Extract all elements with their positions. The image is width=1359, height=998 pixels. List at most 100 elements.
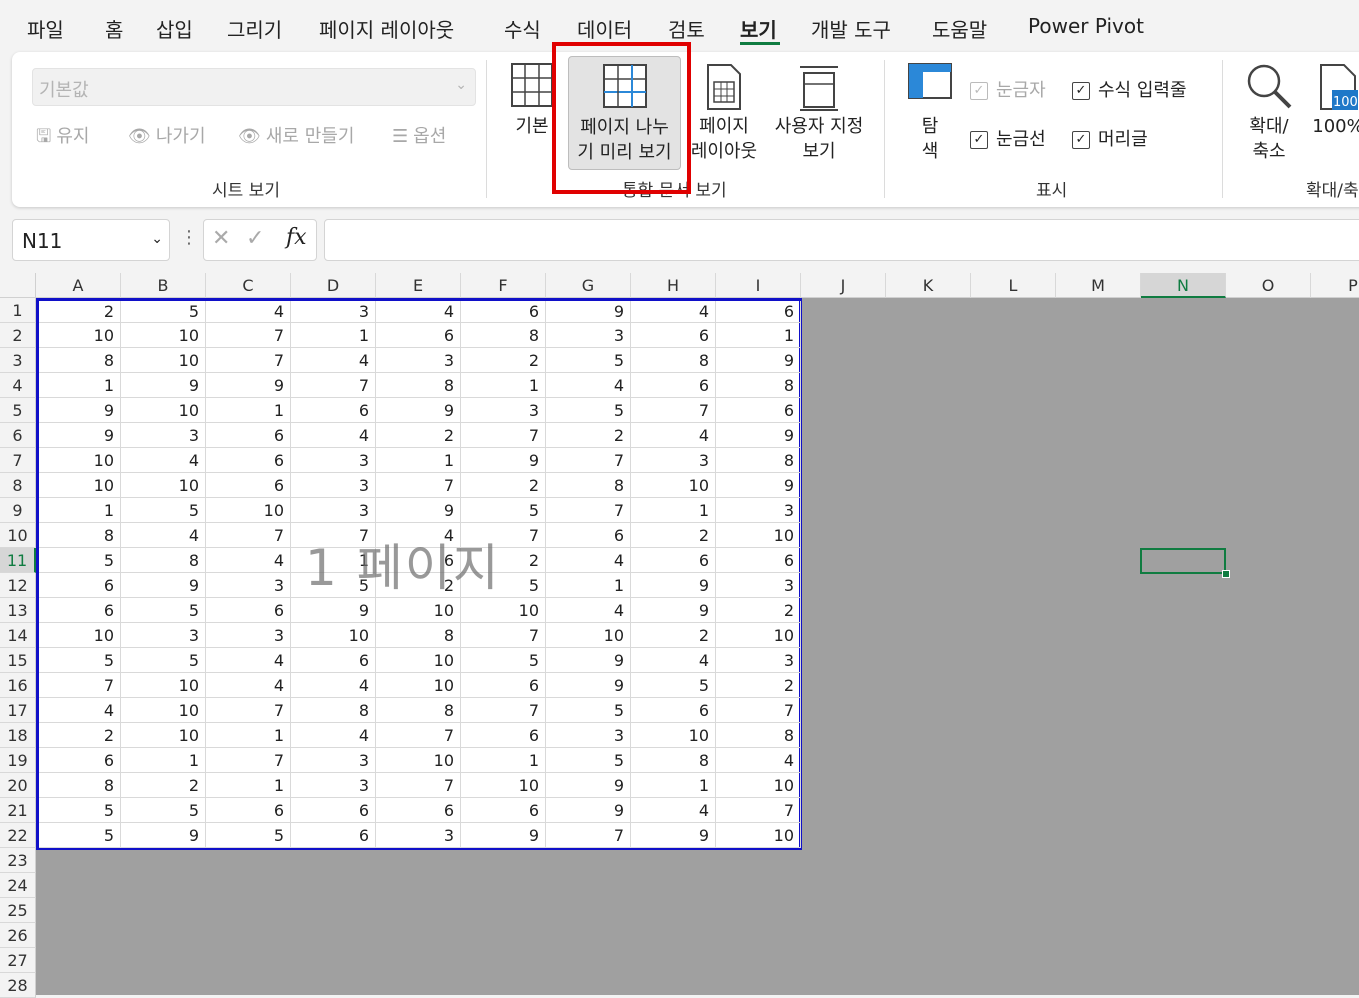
cell[interactable]: 5 bbox=[39, 823, 121, 848]
cell[interactable]: 3 bbox=[376, 348, 461, 373]
tab-review[interactable]: 검토 bbox=[668, 14, 705, 43]
cell[interactable]: 6 bbox=[206, 448, 291, 473]
cell[interactable]: 7 bbox=[291, 373, 376, 398]
cell[interactable]: 7 bbox=[39, 673, 121, 698]
cell[interactable]: 4 bbox=[546, 548, 631, 573]
cell[interactable]: 5 bbox=[121, 301, 206, 323]
cell[interactable]: 4 bbox=[376, 301, 461, 323]
cell[interactable]: 3 bbox=[546, 323, 631, 348]
keep-view-button[interactable]: 🖫 유지 bbox=[36, 122, 89, 154]
column-header[interactable]: E bbox=[376, 273, 461, 298]
cell[interactable]: 2 bbox=[631, 523, 716, 548]
cell[interactable]: 10 bbox=[121, 348, 206, 373]
cell[interactable]: 6 bbox=[291, 823, 376, 848]
row-header[interactable]: 3 bbox=[0, 348, 36, 373]
column-header[interactable]: O bbox=[1226, 273, 1311, 298]
cell[interactable]: 10 bbox=[631, 723, 716, 748]
tab-power-pivot[interactable]: Power Pivot bbox=[1028, 14, 1144, 38]
fill-handle[interactable] bbox=[1222, 570, 1230, 578]
column-header[interactable]: C bbox=[206, 273, 291, 298]
cell[interactable]: 2 bbox=[546, 423, 631, 448]
cell[interactable]: 9 bbox=[546, 648, 631, 673]
worksheet-grid[interactable]: 2 5 4 3 4 6 9 4 6 10 10 7 1 6 8 3 6 1 8 10 7 4 3 2 5 8 9 1 9 9 7 8 1 4 6 8 9… bbox=[0, 273, 1359, 998]
cell[interactable]: 9 bbox=[206, 373, 291, 398]
cell[interactable]: 1 bbox=[121, 748, 206, 773]
cell[interactable]: 9 bbox=[631, 598, 716, 623]
cell[interactable]: 1 bbox=[206, 773, 291, 798]
row-header[interactable]: 15 bbox=[0, 648, 36, 673]
column-header[interactable]: L bbox=[971, 273, 1056, 298]
cell[interactable]: 3 bbox=[206, 573, 291, 598]
column-header[interactable]: B bbox=[121, 273, 206, 298]
tab-draw[interactable]: 그리기 bbox=[227, 14, 282, 43]
cell[interactable]: 9 bbox=[39, 398, 121, 423]
cell[interactable]: 6 bbox=[206, 423, 291, 448]
cell[interactable]: 4 bbox=[206, 673, 291, 698]
cell[interactable]: 2 bbox=[716, 673, 801, 698]
cell[interactable]: 5 bbox=[206, 823, 291, 848]
cell[interactable]: 7 bbox=[546, 823, 631, 848]
cell[interactable]: 7 bbox=[716, 698, 801, 723]
cell[interactable]: 2 bbox=[461, 473, 546, 498]
cell[interactable]: 10 bbox=[376, 748, 461, 773]
cell[interactable]: 3 bbox=[716, 648, 801, 673]
cell[interactable]: 10 bbox=[121, 323, 206, 348]
cell[interactable]: 6 bbox=[39, 598, 121, 623]
cell[interactable]: 8 bbox=[716, 373, 801, 398]
cell[interactable]: 8 bbox=[461, 323, 546, 348]
navigation-button[interactable]: 탐색 bbox=[900, 56, 960, 168]
row-header[interactable]: 21 bbox=[0, 798, 36, 823]
cell[interactable]: 10 bbox=[376, 673, 461, 698]
cell[interactable]: 5 bbox=[121, 498, 206, 523]
column-header[interactable]: A bbox=[36, 273, 121, 298]
cell[interactable]: 3 bbox=[206, 623, 291, 648]
cell[interactable]: 10 bbox=[39, 323, 121, 348]
cell[interactable]: 4 bbox=[631, 301, 716, 323]
row-header[interactable]: 14 bbox=[0, 623, 36, 648]
cell[interactable]: 9 bbox=[39, 423, 121, 448]
cell[interactable]: 1 bbox=[631, 498, 716, 523]
cell[interactable]: 4 bbox=[291, 348, 376, 373]
cell[interactable]: 10 bbox=[376, 648, 461, 673]
formula-bar-checkbox[interactable]: ✓ 수식 입력줄 bbox=[1072, 76, 1187, 102]
cell[interactable]: 6 bbox=[291, 648, 376, 673]
cell[interactable]: 8 bbox=[631, 748, 716, 773]
cell[interactable]: 1 bbox=[39, 373, 121, 398]
cell[interactable]: 3 bbox=[291, 498, 376, 523]
row-header[interactable]: 16 bbox=[0, 673, 36, 698]
row-header[interactable]: 17 bbox=[0, 698, 36, 723]
cell[interactable]: 3 bbox=[121, 623, 206, 648]
cell[interactable]: 7 bbox=[631, 398, 716, 423]
cell[interactable]: 10 bbox=[461, 773, 546, 798]
cell[interactable]: 6 bbox=[376, 798, 461, 823]
cell[interactable]: 6 bbox=[206, 473, 291, 498]
cell[interactable]: 3 bbox=[376, 823, 461, 848]
cell[interactable]: 7 bbox=[546, 448, 631, 473]
cell[interactable]: 4 bbox=[121, 523, 206, 548]
column-header[interactable]: I bbox=[716, 273, 801, 298]
row-header[interactable]: 11 bbox=[0, 548, 36, 573]
cell[interactable]: 2 bbox=[376, 423, 461, 448]
cell[interactable]: 1 bbox=[461, 748, 546, 773]
cell[interactable]: 3 bbox=[716, 498, 801, 523]
cell[interactable]: 6 bbox=[206, 798, 291, 823]
cell[interactable]: 2 bbox=[461, 348, 546, 373]
column-header[interactable]: D bbox=[291, 273, 376, 298]
row-header[interactable]: 1 bbox=[0, 298, 36, 323]
cell[interactable]: 3 bbox=[716, 573, 801, 598]
row-header[interactable]: 20 bbox=[0, 773, 36, 798]
cell[interactable]: 7 bbox=[546, 498, 631, 523]
cell[interactable]: 5 bbox=[546, 398, 631, 423]
sheet-view-combo[interactable]: 기본값 ⌄ bbox=[32, 68, 476, 106]
cell[interactable]: 8 bbox=[121, 548, 206, 573]
cell[interactable]: 6 bbox=[39, 573, 121, 598]
cell[interactable]: 9 bbox=[121, 823, 206, 848]
cell[interactable]: 5 bbox=[121, 648, 206, 673]
gridlines-checkbox[interactable]: ✓ 눈금선 bbox=[970, 125, 1046, 151]
cell[interactable]: 2 bbox=[39, 301, 121, 323]
cell[interactable]: 9 bbox=[461, 823, 546, 848]
cell[interactable]: 1 bbox=[716, 323, 801, 348]
cell[interactable]: 9 bbox=[546, 301, 631, 323]
cell[interactable]: 1 bbox=[376, 448, 461, 473]
cell[interactable]: 4 bbox=[291, 673, 376, 698]
